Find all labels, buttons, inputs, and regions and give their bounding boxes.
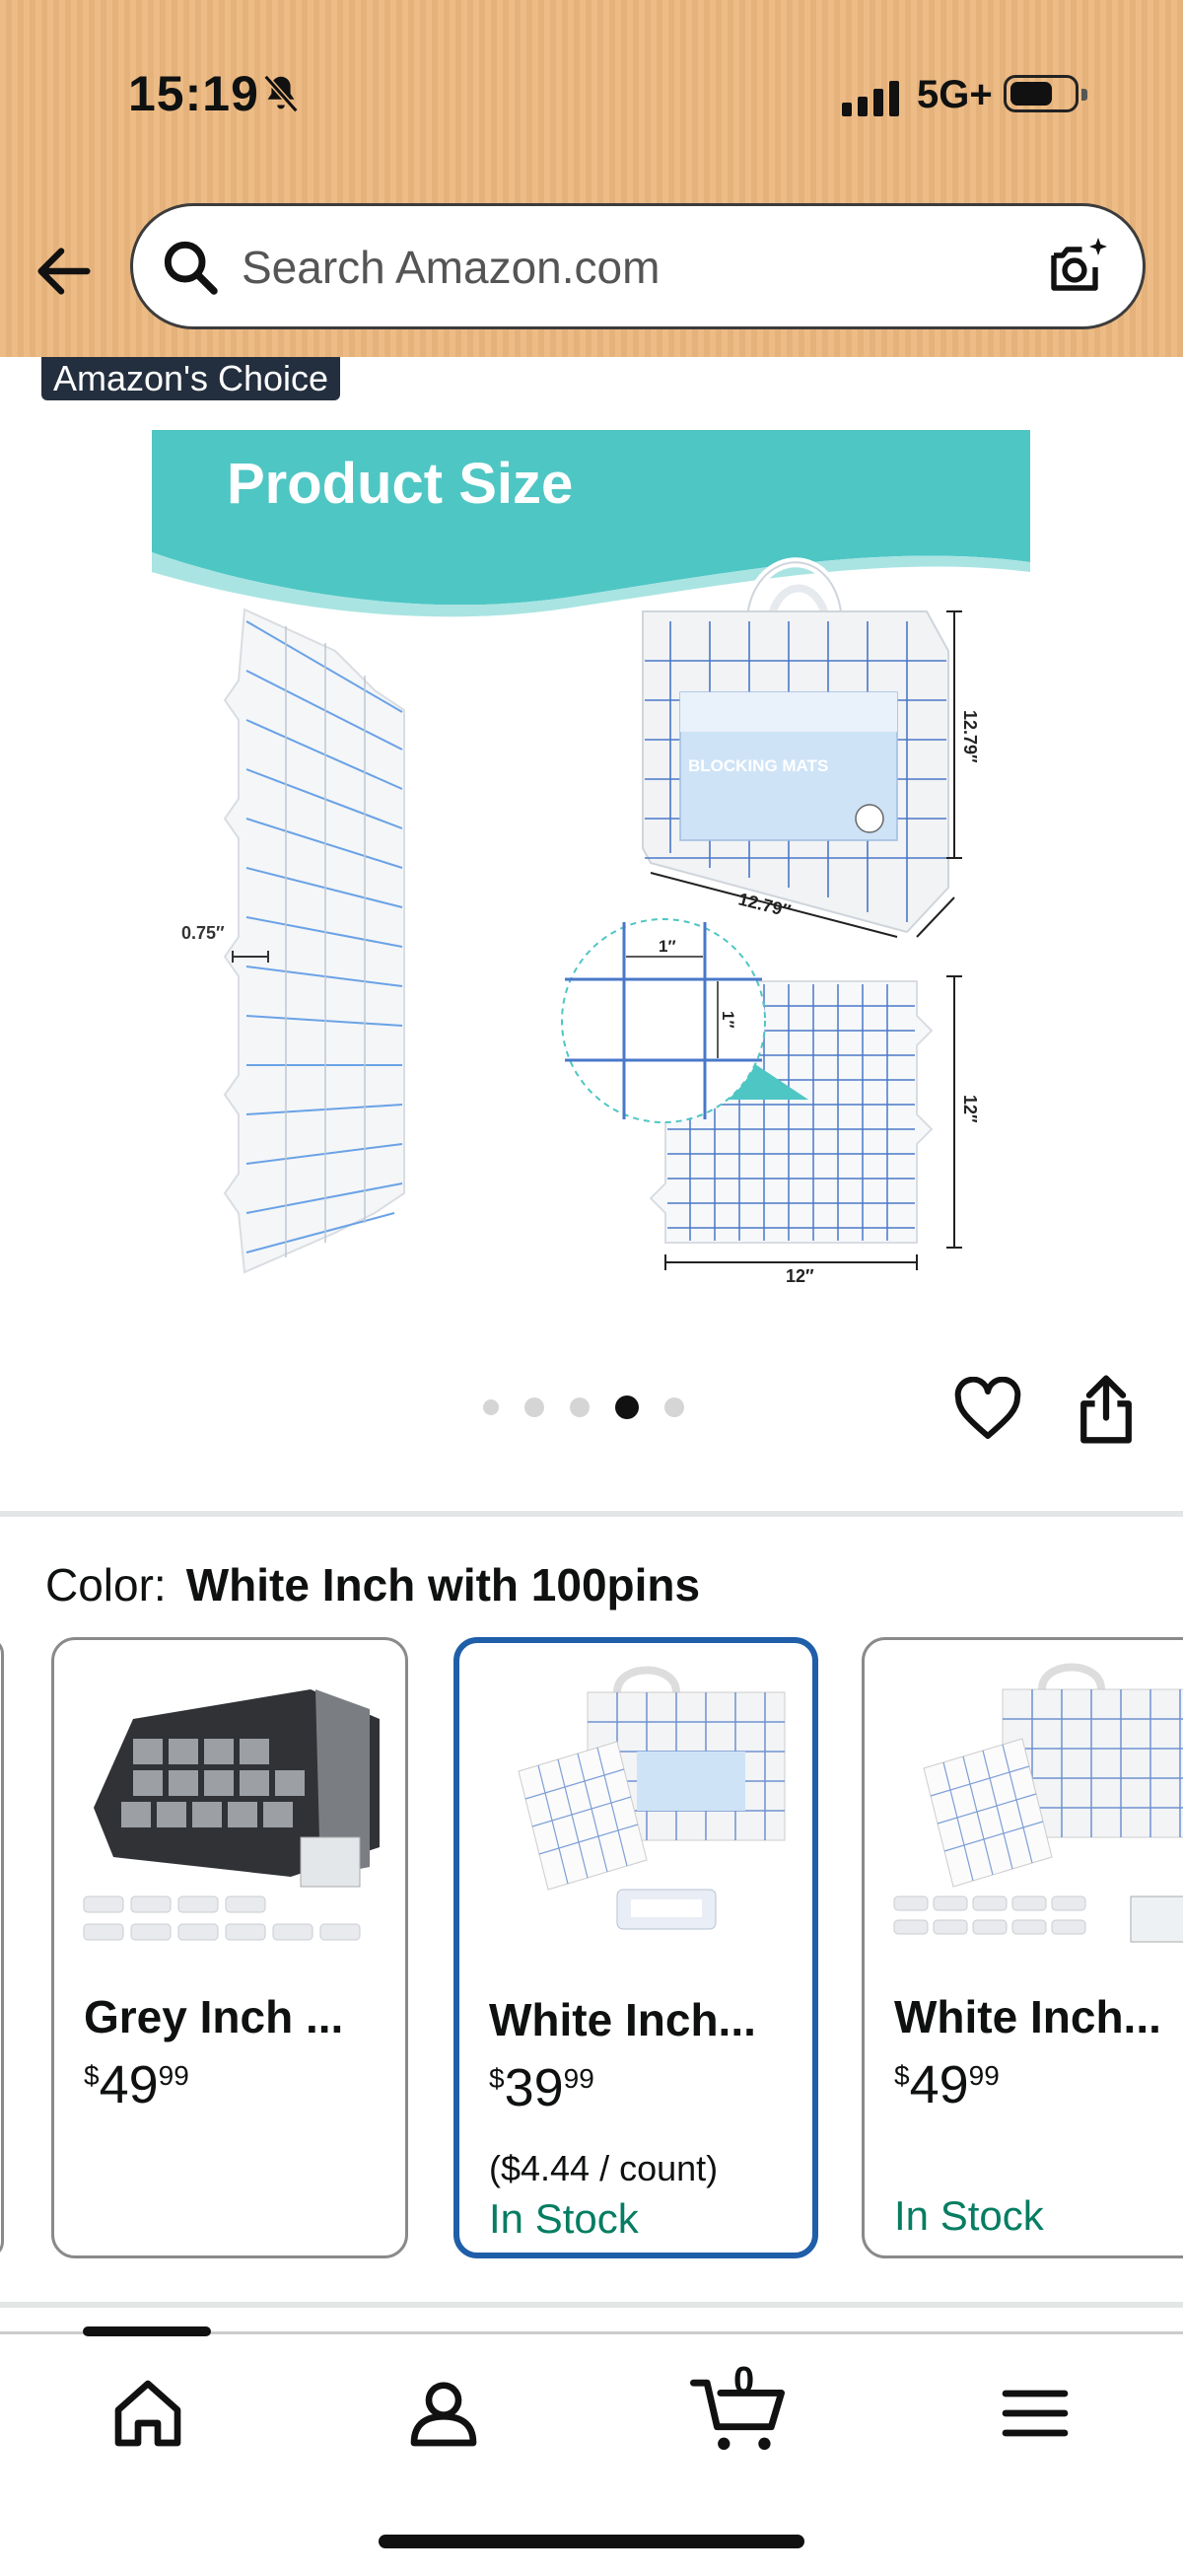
swatch-name: White Inch...	[894, 1991, 1161, 2042]
back-arrow-icon[interactable]	[30, 237, 99, 306]
thickness-label: 0.75″	[181, 923, 225, 943]
share-icon[interactable]	[1075, 1373, 1138, 1446]
search-input[interactable]	[242, 234, 1050, 301]
camera-icon[interactable]	[1042, 232, 1113, 303]
carousel-dots[interactable]	[483, 1395, 684, 1419]
section-divider	[0, 1511, 1183, 1517]
swatch-name: White Inch...	[489, 1994, 756, 2045]
previous-swatch-edge[interactable]	[0, 1637, 4, 2258]
heart-icon[interactable]	[952, 1377, 1023, 1442]
swatch-image	[518, 1666, 786, 1930]
status-time: 15:19	[128, 66, 259, 121]
grid-unit-h-label: 1″	[659, 937, 676, 956]
home-indicator[interactable]	[379, 2535, 804, 2548]
swatch-image	[893, 1663, 1183, 1943]
battery-icon	[1004, 75, 1087, 112]
carousel-dot[interactable]	[524, 1397, 544, 1417]
swatch-name: Grey Inch ...	[84, 1991, 344, 2042]
home-icon[interactable]	[108, 2374, 187, 2453]
bell-slash-icon	[263, 74, 299, 113]
bag-height-label: 12.79″	[960, 710, 980, 763]
carousel-dot-active[interactable]	[615, 1395, 639, 1419]
swatch-unit-price: ($4.44 / count)	[489, 2148, 719, 2188]
header: 15:19 5G+	[0, 0, 1183, 357]
amazons-choice-badge: Amazon's Choice	[41, 357, 340, 400]
mat-height-label: 12″	[960, 1095, 980, 1123]
swatch-price: $4999	[84, 2055, 189, 2114]
search-bar[interactable]	[130, 203, 1146, 329]
signal-icon	[842, 77, 899, 116]
swatch-stock-status: In Stock	[894, 2192, 1044, 2239]
menu-icon[interactable]	[996, 2374, 1075, 2453]
grid-unit-v-label: 1″	[719, 1011, 737, 1029]
mat-side-view	[223, 608, 405, 1274]
search-icon	[164, 241, 218, 295]
color-swatch-white-inch[interactable]: White Inch... $4999 In Stock	[862, 1637, 1183, 2258]
color-selector-label: Color: White Inch with 100pins	[45, 1558, 700, 1611]
section-divider	[0, 2302, 1183, 2308]
cart-button[interactable]: 0	[690, 2360, 789, 2453]
color-swatch-grey-inch[interactable]: Grey Inch ... $4999	[51, 1637, 408, 2258]
cart-count: 0	[733, 2360, 755, 2401]
color-value: White Inch with 100pins	[185, 1559, 701, 1610]
swatch-price: $4999	[894, 2055, 1000, 2114]
color-label: Color:	[45, 1559, 167, 1610]
carousel-dot[interactable]	[570, 1397, 590, 1417]
swatch-price: $3999	[489, 2058, 594, 2117]
account-icon[interactable]	[404, 2374, 483, 2453]
color-swatch-white-inch-selected[interactable]: White Inch... $3999 ($4.44 / count) In S…	[453, 1637, 818, 2258]
mat-width-label: 12″	[786, 1266, 814, 1286]
carousel-dot[interactable]	[664, 1397, 684, 1417]
swatch-image	[83, 1689, 380, 1941]
swatch-stock-status: In Stock	[489, 2195, 639, 2242]
product-image[interactable]: Product Size 0.75″ BLOCKING MATS 12.79″ …	[138, 424, 1045, 1302]
bag-label: BLOCKING MATS	[688, 756, 828, 775]
storage-bag: BLOCKING MATS	[642, 557, 949, 934]
nav-active-indicator	[83, 2326, 211, 2336]
banner-title: Product Size	[227, 452, 573, 516]
network-type: 5G+	[917, 73, 993, 116]
carousel-dot[interactable]	[483, 1399, 499, 1415]
